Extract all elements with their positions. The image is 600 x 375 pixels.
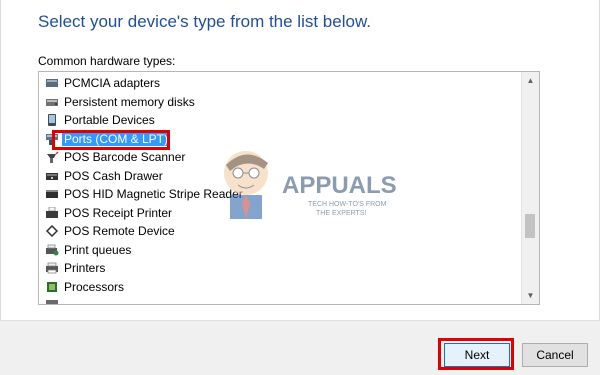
dialog-footer: Next Cancel <box>0 320 600 375</box>
list-item-pos-hid-stripe-reader[interactable]: POS HID Magnetic Stripe Reader <box>39 185 521 204</box>
list-item-label: POS Receipt Printer <box>64 205 173 220</box>
stripe-reader-icon <box>45 188 59 200</box>
cash-drawer-icon <box>45 170 59 182</box>
list-item-label: PCMCIA adapters <box>64 76 161 91</box>
list-item-ports-com-lpt[interactable]: Ports (COM & LPT) <box>39 129 521 150</box>
printer-icon <box>45 262 59 274</box>
list-scrollbar[interactable]: ▲ ▼ <box>521 72 539 304</box>
list-item-label: POS Barcode Scanner <box>64 150 186 165</box>
window-left-edge <box>0 0 1 374</box>
list-item-portable-devices[interactable]: Portable Devices <box>39 111 521 130</box>
portable-device-icon <box>45 114 59 127</box>
print-queue-icon <box>45 244 59 256</box>
partial-item-icon <box>45 299 59 304</box>
list-item-label: Processors <box>64 279 125 294</box>
memory-disk-icon <box>45 96 59 108</box>
scroll-up-arrow-icon[interactable]: ▲ <box>522 72 539 89</box>
scroll-down-arrow-icon[interactable]: ▼ <box>522 287 539 304</box>
list-item-pos-cash-drawer[interactable]: POS Cash Drawer <box>39 167 521 186</box>
receipt-printer-icon <box>45 206 59 219</box>
hardware-types-label: Common hardware types: <box>38 54 176 68</box>
list-item-pos-remote-device[interactable]: POS Remote Device <box>39 222 521 241</box>
remote-device-icon <box>45 225 59 238</box>
list-item-partial <box>39 296 521 304</box>
list-item-pos-receipt-printer[interactable]: POS Receipt Printer <box>39 204 521 223</box>
barcode-scanner-icon <box>45 151 59 164</box>
list-item-label: POS Remote Device <box>64 224 175 239</box>
list-item-pcmcia[interactable]: PCMCIA adapters <box>39 74 521 93</box>
list-rows: PCMCIA adapters Persistent memory disks … <box>39 74 521 304</box>
list-item-persistent-memory[interactable]: Persistent memory disks <box>39 93 521 112</box>
processor-icon <box>45 281 59 293</box>
list-item-processors[interactable]: Processors <box>39 278 521 297</box>
list-item-label: Ports (COM & LPT) <box>62 131 171 146</box>
list-item-label: POS Cash Drawer <box>64 168 163 183</box>
list-item-label: Portable Devices <box>64 113 155 128</box>
port-icon <box>45 133 59 145</box>
page-title: Select your device's type from the list … <box>38 12 372 31</box>
list-item-pos-barcode-scanner[interactable]: POS Barcode Scanner <box>39 148 521 167</box>
scroll-thumb[interactable] <box>525 214 535 238</box>
list-item-label: Persistent memory disks <box>64 94 195 109</box>
next-button[interactable]: Next <box>444 343 510 367</box>
list-item-print-queues[interactable]: Print queues <box>39 241 521 260</box>
list-item-printers[interactable]: Printers <box>39 259 521 278</box>
hardware-types-list[interactable]: PCMCIA adapters Persistent memory disks … <box>38 71 540 305</box>
list-item-label: Printers <box>64 261 106 276</box>
list-item-label: Print queues <box>64 242 132 257</box>
cancel-button[interactable]: Cancel <box>522 343 588 367</box>
pcmcia-icon <box>45 77 59 89</box>
list-item-label: POS HID Magnetic Stripe Reader <box>64 187 243 202</box>
